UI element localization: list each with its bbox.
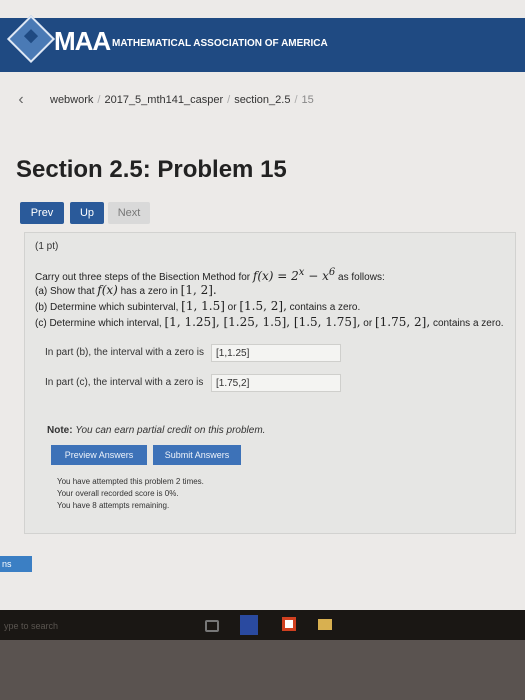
function-expression: f(x) = 2x − x6 xyxy=(252,267,336,283)
breadcrumb-webwork[interactable]: webwork xyxy=(50,94,93,106)
breadcrumb-problem: 15 xyxy=(301,94,314,106)
side-tab[interactable]: ns xyxy=(0,556,32,572)
task-view-icon[interactable] xyxy=(205,620,219,632)
folder-icon[interactable] xyxy=(318,619,332,630)
submit-answers-button[interactable]: Submit Answers xyxy=(153,445,241,465)
taskbar: ype to search xyxy=(0,610,525,640)
part-c-post: contains a zero. xyxy=(432,318,504,329)
site-header: MAA MATHEMATICAL ASSOCIATION OF AMERICA xyxy=(0,14,525,72)
up-button[interactable]: Up xyxy=(70,202,104,224)
prev-button[interactable]: Prev xyxy=(20,202,64,224)
part-b-post: contains a zero. xyxy=(289,302,361,313)
part-c: (c) Determine which interval, [1, 1.25],… xyxy=(35,315,504,329)
statement-text: Carry out three steps of the Bisection M… xyxy=(35,272,251,283)
part-c-intervals: [1, 1.25], [1.25, 1.5], [1.5, 1.75], xyxy=(164,315,361,329)
attempts-status: You have attempted this problem 2 times. xyxy=(57,477,204,486)
part-a: (a) Show that f(x) has a zero in [1, 2]. xyxy=(35,283,217,297)
maa-logo-icon[interactable] xyxy=(6,14,56,64)
problem-points: (1 pt) xyxy=(35,241,59,252)
browser-screen: MAA MATHEMATICAL ASSOCIATION OF AMERICA … xyxy=(0,0,525,640)
problem-statement: Carry out three steps of the Bisection M… xyxy=(35,267,385,283)
part-b-or: or xyxy=(227,302,237,313)
part-b: (b) Determine which subinterval, [1, 1.5… xyxy=(35,299,360,313)
answer-c-input[interactable] xyxy=(211,374,341,392)
chevron-left-icon[interactable]: ‹ xyxy=(10,90,32,110)
part-c-text: (c) Determine which interval, xyxy=(35,318,162,329)
preview-answers-button[interactable]: Preview Answers xyxy=(51,445,147,465)
part-b-text: (b) Determine which subinterval, xyxy=(35,302,179,313)
function-exponent-2: 6 xyxy=(328,267,336,278)
remaining-status: You have 8 attempts remaining. xyxy=(57,501,170,510)
breadcrumb-section[interactable]: section_2.5 xyxy=(234,94,290,106)
part-c-or: or xyxy=(363,318,373,329)
part-b-interval-2: [1.5, 2], xyxy=(239,299,287,313)
function-minus: − x xyxy=(304,269,329,283)
part-b-interval-1: [1, 1.5] xyxy=(181,299,225,313)
problem-panel: (1 pt) Carry out three steps of the Bise… xyxy=(24,232,516,534)
score-status: Your overall recorded score is 0%. xyxy=(57,489,179,498)
next-button[interactable]: Next xyxy=(108,202,150,224)
store-icon[interactable] xyxy=(282,617,296,631)
breadcrumb-course[interactable]: 2017_5_mth141_casper xyxy=(104,94,223,106)
part-a-mid: has a zero in xyxy=(120,286,178,297)
app-tile-icon[interactable] xyxy=(240,615,258,635)
page-title: Section 2.5: Problem 15 xyxy=(16,156,287,183)
answer-b-input[interactable] xyxy=(211,344,341,362)
note-label: Note: xyxy=(47,425,73,436)
taskbar-search[interactable]: ype to search xyxy=(0,616,154,636)
statement-text-end: as follows: xyxy=(338,272,385,283)
answer-c-label: In part (c), the interval with a zero is xyxy=(45,377,204,388)
part-a-text: (a) Show that xyxy=(35,286,95,297)
site-logo-text[interactable]: MAA xyxy=(54,26,111,57)
org-name: MATHEMATICAL ASSOCIATION OF AMERICA xyxy=(112,38,328,49)
part-a-interval: [1, 2]. xyxy=(180,283,217,297)
answer-b-label: In part (b), the interval with a zero is xyxy=(45,347,204,358)
part-a-function: f(x) xyxy=(97,283,118,297)
partial-credit-note: Note: You can earn partial credit on thi… xyxy=(47,425,265,436)
breadcrumb: ‹ webwork/2017_5_mth141_casper / section_2… xyxy=(0,86,525,114)
function-lhs: f(x) = 2 xyxy=(252,269,299,283)
note-text: You can earn partial credit on this prob… xyxy=(75,425,266,436)
part-c-interval-4: [1.75, 2], xyxy=(374,315,431,329)
